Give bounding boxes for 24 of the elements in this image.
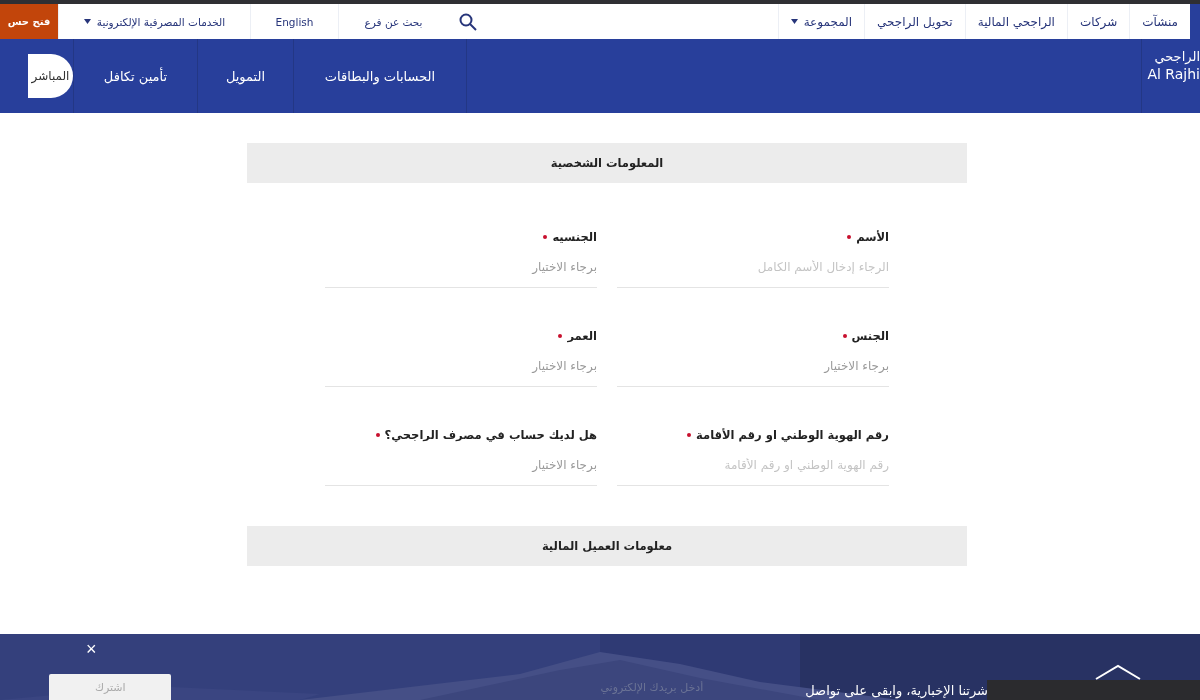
close-button[interactable]: × [86, 640, 97, 658]
logo-text: الراجحي [1153, 49, 1200, 64]
main-nav-item[interactable]: التمويل [197, 39, 293, 113]
main-nav-item[interactable]: تأمين تكافل [73, 39, 197, 113]
newsletter-text: شرتنا الإخبارية، وابقى على تواصل [805, 683, 988, 698]
select-field[interactable]: برجاء الاختيار [325, 445, 597, 486]
select-field[interactable]: برجاء الاختيار [325, 346, 597, 387]
logo-text: Al Rajhi [1146, 66, 1200, 82]
field-label: الأسم [856, 230, 889, 244]
main-nav-item[interactable]: الحسابات والبطاقات [293, 39, 466, 113]
field-label: الجنس [851, 329, 889, 343]
field-label: العمر [567, 329, 597, 343]
direct-button[interactable]: المباشر [28, 54, 73, 98]
field-label: رقم الهوية الوطني او رقم الأقامة [696, 428, 889, 442]
field-label: الجنسيه [552, 230, 597, 244]
select-field[interactable]: برجاء الاختيار [617, 346, 889, 387]
input-field[interactable]: الرجاء إدخال الأسم الكامل [617, 247, 889, 288]
section-header: المعلومات الشخصية [247, 143, 967, 183]
input-field[interactable]: رقم الهوية الوطني او رقم الأقامة [617, 445, 889, 486]
chevron-up-icon[interactable] [1094, 664, 1142, 680]
open-account-button[interactable]: فتح حس [0, 4, 58, 39]
select-field[interactable]: برجاء الاختيار [325, 247, 597, 288]
field-label: هل لديك حساب في مصرف الراجحي؟ [384, 428, 597, 442]
section-header: معلومات العميل المالية [247, 526, 967, 566]
